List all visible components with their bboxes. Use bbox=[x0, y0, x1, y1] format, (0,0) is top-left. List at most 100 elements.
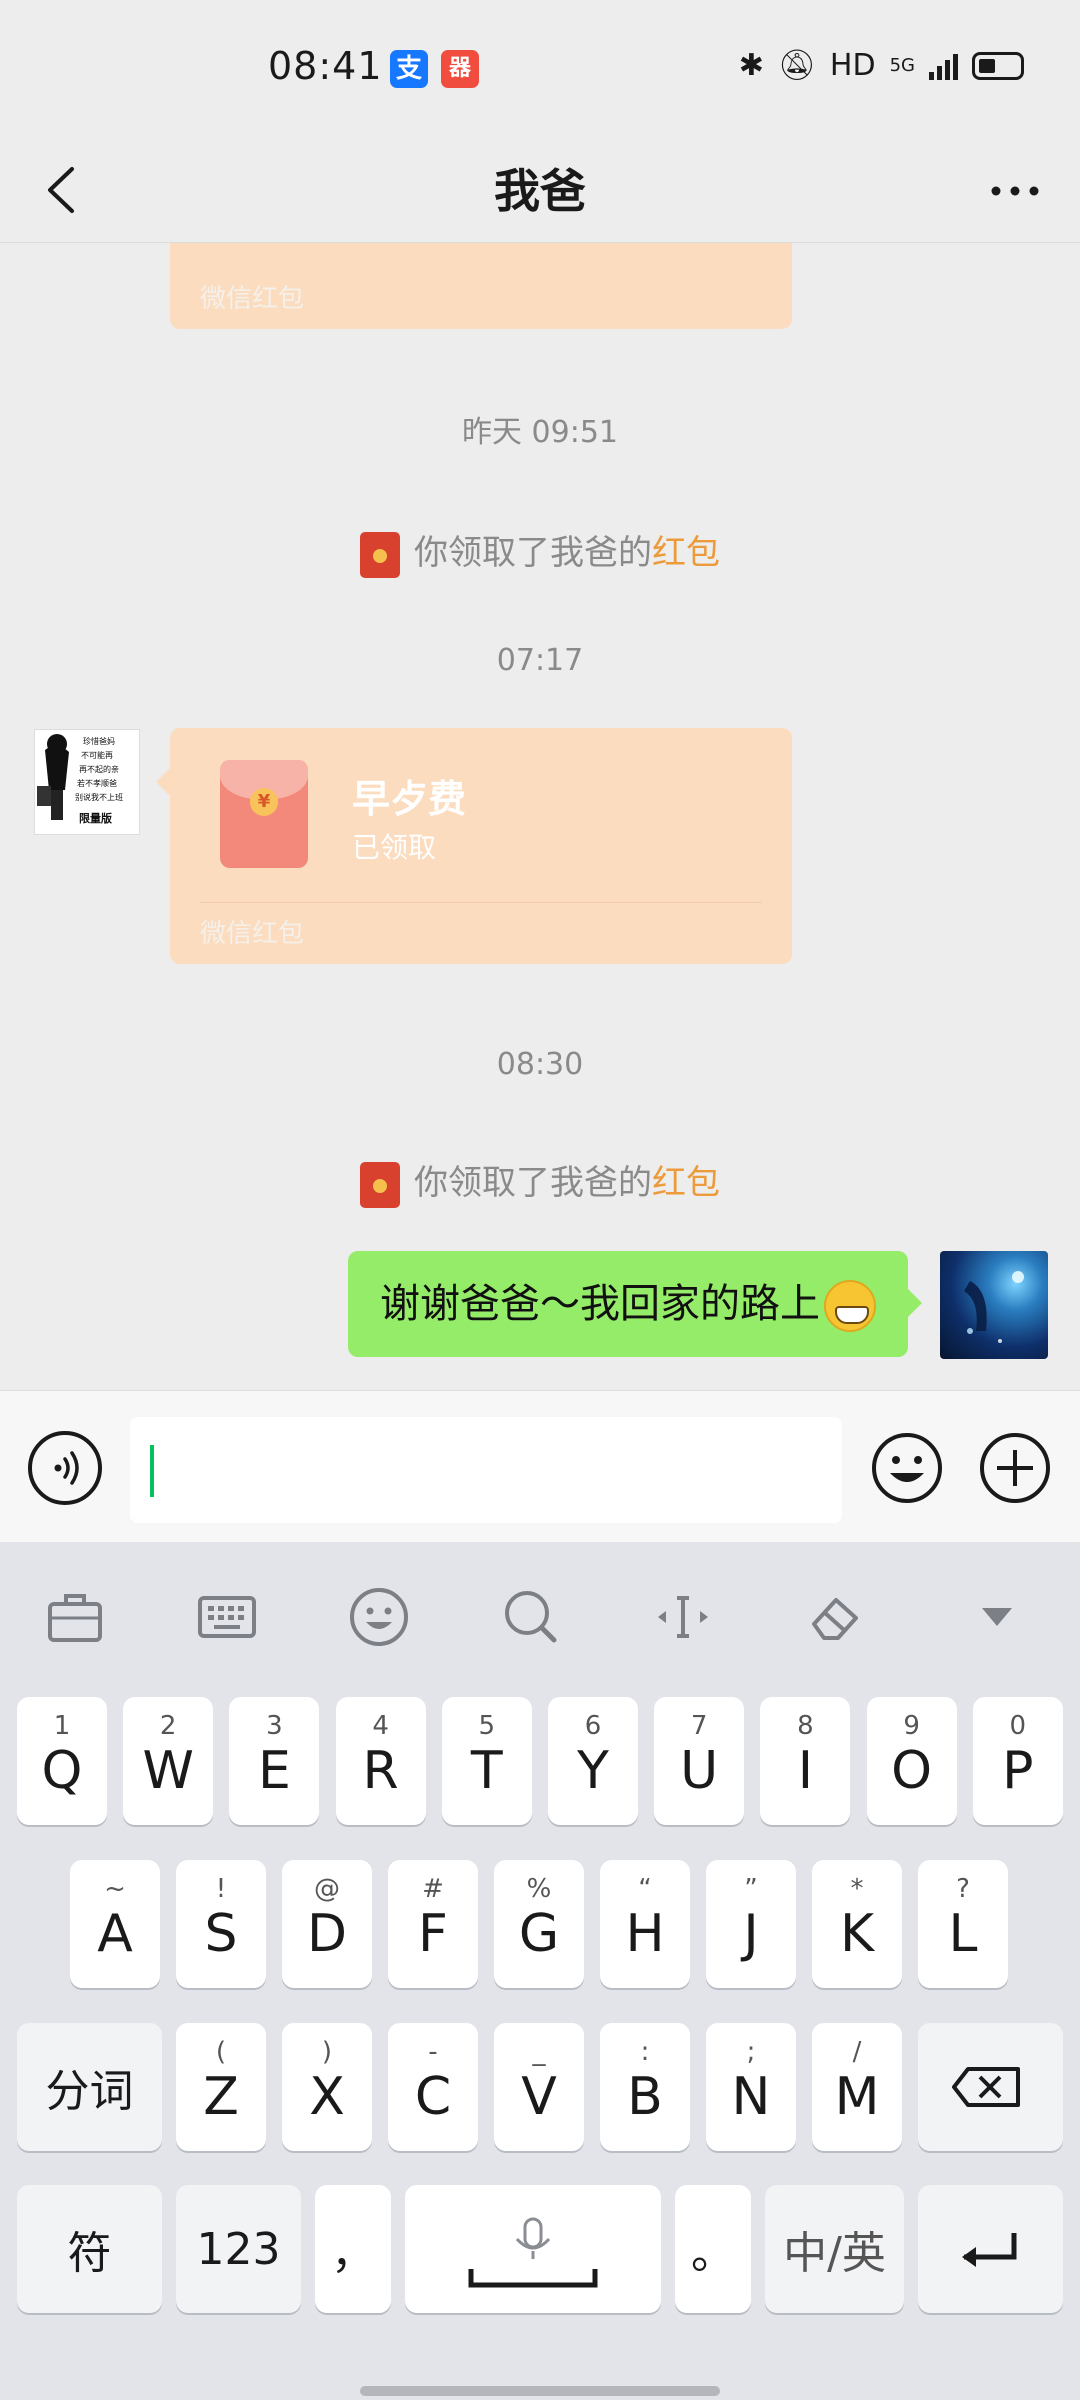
divider bbox=[200, 902, 762, 903]
key-letter: I bbox=[797, 1741, 814, 1801]
language-switch-key[interactable]: 中/英 bbox=[765, 2185, 904, 2313]
key-b[interactable]: :B bbox=[600, 2023, 690, 2151]
emoji-icon[interactable] bbox=[344, 1582, 414, 1652]
key-letter: R bbox=[362, 1741, 399, 1801]
key-letter: M bbox=[834, 2067, 880, 2127]
key-r[interactable]: 4R bbox=[335, 1697, 426, 1825]
message-text: 谢谢爸爸～我回家的路上 bbox=[380, 1281, 820, 1327]
key-q[interactable]: 1Q bbox=[17, 1697, 107, 1825]
key-c[interactable]: -C bbox=[388, 2023, 478, 2151]
segment-key[interactable]: 分词 bbox=[17, 2023, 162, 2151]
key-letter: Q bbox=[41, 1741, 83, 1801]
avatar-text: 若不孝顺爸 bbox=[77, 778, 117, 788]
red-packet-card[interactable]: ¥ 早歺费 已领取 微信红包 bbox=[156, 728, 792, 964]
key-letter: A bbox=[97, 1904, 133, 1964]
key-letter: T bbox=[470, 1741, 503, 1801]
status-time: 08:41 bbox=[268, 44, 383, 88]
key-hint: 5 bbox=[478, 1711, 496, 1741]
key-letter: L bbox=[948, 1904, 978, 1964]
system-message-text: 你领取了我爸的 bbox=[414, 533, 652, 573]
status-bar: 08:41 支 器 ✱ 🔕︎ HD 5G bbox=[0, 0, 1080, 135]
key-h[interactable]: “H bbox=[600, 1860, 690, 1988]
grin-emoji-icon bbox=[824, 1280, 876, 1332]
key-k[interactable]: * K bbox=[812, 1860, 902, 1988]
key-hint: 4 bbox=[372, 1711, 389, 1741]
key-n[interactable]: ; N bbox=[706, 2023, 796, 2151]
red-packet-link[interactable]: 红包 bbox=[652, 1163, 720, 1203]
network-label: HD bbox=[829, 48, 876, 83]
key-hint: * bbox=[850, 1874, 864, 1904]
space-key[interactable] bbox=[405, 2185, 661, 2313]
number-key[interactable]: 123 bbox=[176, 2185, 301, 2313]
key-t[interactable]: 5T bbox=[441, 1697, 532, 1825]
avatar-text: 再不起的亲 bbox=[79, 764, 119, 774]
key-f[interactable]: # F bbox=[388, 1860, 478, 1988]
key-i[interactable]: 8I bbox=[760, 1697, 851, 1825]
key-u[interactable]: 7U bbox=[654, 1697, 745, 1825]
key-p[interactable]: 0P bbox=[972, 1697, 1063, 1825]
key-hint: 6 bbox=[584, 1711, 602, 1741]
key-hint: “ bbox=[638, 1874, 652, 1904]
bluetooth-icon: ✱ bbox=[738, 48, 764, 83]
system-message: 你领取了我爸的红包 bbox=[0, 525, 1080, 578]
outgoing-message[interactable]: 谢谢爸爸～我回家的路上 bbox=[348, 1251, 922, 1357]
key-letter: J bbox=[743, 1904, 759, 1964]
timestamp: 昨天 09:51 bbox=[462, 415, 618, 450]
key-label: 。 bbox=[691, 2228, 735, 2279]
key-d[interactable]: @ D bbox=[282, 1860, 372, 1988]
avatar-text: 珍惜爸妈 bbox=[83, 736, 115, 746]
more-button[interactable] bbox=[980, 155, 1050, 225]
key-hint: ( bbox=[215, 2037, 227, 2067]
avatar-text: 限量版 bbox=[79, 811, 112, 825]
more-functions-button[interactable] bbox=[978, 1431, 1052, 1505]
key-m[interactable]: / M bbox=[812, 2023, 902, 2151]
key-letter: P bbox=[1002, 1741, 1034, 1801]
cursor-icon[interactable] bbox=[648, 1582, 718, 1652]
microphone-space-icon bbox=[468, 2217, 598, 2288]
message-input[interactable] bbox=[130, 1417, 842, 1523]
keyboard: 1Q2W3E4R5T6Y7U8I9O0P ~ A! S @ D # F% G “H” J * K? L … bbox=[0, 1542, 1080, 2400]
key-hint: ; bbox=[746, 2037, 756, 2067]
key-y[interactable]: 6Y bbox=[548, 1697, 638, 1825]
key-letter: U bbox=[680, 1741, 719, 1801]
keyboard-icon[interactable] bbox=[192, 1582, 262, 1652]
key-hint: ” bbox=[744, 1874, 758, 1904]
key-g[interactable]: % G bbox=[494, 1860, 584, 1988]
key-e[interactable]: 3E bbox=[229, 1697, 320, 1825]
briefcase-icon[interactable] bbox=[40, 1582, 110, 1652]
key-letter: K bbox=[839, 1904, 875, 1964]
key-hint: # bbox=[422, 1874, 444, 1904]
symbol-key[interactable]: 符 bbox=[17, 2185, 162, 2313]
avatar-text: 不可能再 bbox=[81, 750, 113, 760]
chat-area[interactable]: 微信红包 昨天 09:51 你领取了我爸的红包 07:17 珍惜爸妈 不可能再 … bbox=[0, 243, 1080, 1390]
my-avatar[interactable] bbox=[940, 1251, 1048, 1359]
eraser-icon[interactable] bbox=[800, 1582, 870, 1652]
comma-key[interactable]: ， bbox=[315, 2185, 391, 2313]
home-indicator[interactable] bbox=[360, 2386, 720, 2396]
key-j[interactable]: ” J bbox=[706, 1860, 796, 1988]
emoji-button[interactable] bbox=[870, 1431, 944, 1505]
key-z[interactable]: (Z bbox=[176, 2023, 266, 2151]
key-letter: E bbox=[257, 1741, 291, 1801]
period-key[interactable]: 。 bbox=[675, 2185, 751, 2313]
key-label: 符 bbox=[67, 2228, 112, 2279]
collapse-keyboard-icon[interactable] bbox=[962, 1582, 1032, 1652]
search-icon[interactable] bbox=[496, 1582, 566, 1652]
key-hint: 2 bbox=[159, 1711, 177, 1741]
key-letter: F bbox=[418, 1904, 448, 1964]
key-v[interactable]: _ V bbox=[494, 2023, 584, 2151]
key-w[interactable]: 2W bbox=[123, 1697, 214, 1825]
avatar[interactable]: 珍惜爸妈 不可能再 再不起的亲 若不孝顺爸 别说我不上班 限量版 bbox=[34, 729, 140, 835]
key-x[interactable]: ) X bbox=[282, 2023, 372, 2151]
key-l[interactable]: ? L bbox=[918, 1860, 1008, 1988]
red-packet-link[interactable]: 红包 bbox=[652, 533, 720, 573]
voice-button[interactable] bbox=[28, 1431, 102, 1505]
key-s[interactable]: ! S bbox=[176, 1860, 266, 1988]
backspace-key[interactable] bbox=[918, 2023, 1063, 2151]
key-hint: ? bbox=[956, 1874, 970, 1904]
key-hint: % bbox=[526, 1874, 552, 1904]
key-o[interactable]: 9O bbox=[866, 1697, 957, 1825]
enter-key[interactable] bbox=[918, 2185, 1063, 2313]
red-packet-card-partial[interactable]: 微信红包 bbox=[170, 243, 792, 329]
key-a[interactable]: ~ A bbox=[70, 1860, 160, 1988]
